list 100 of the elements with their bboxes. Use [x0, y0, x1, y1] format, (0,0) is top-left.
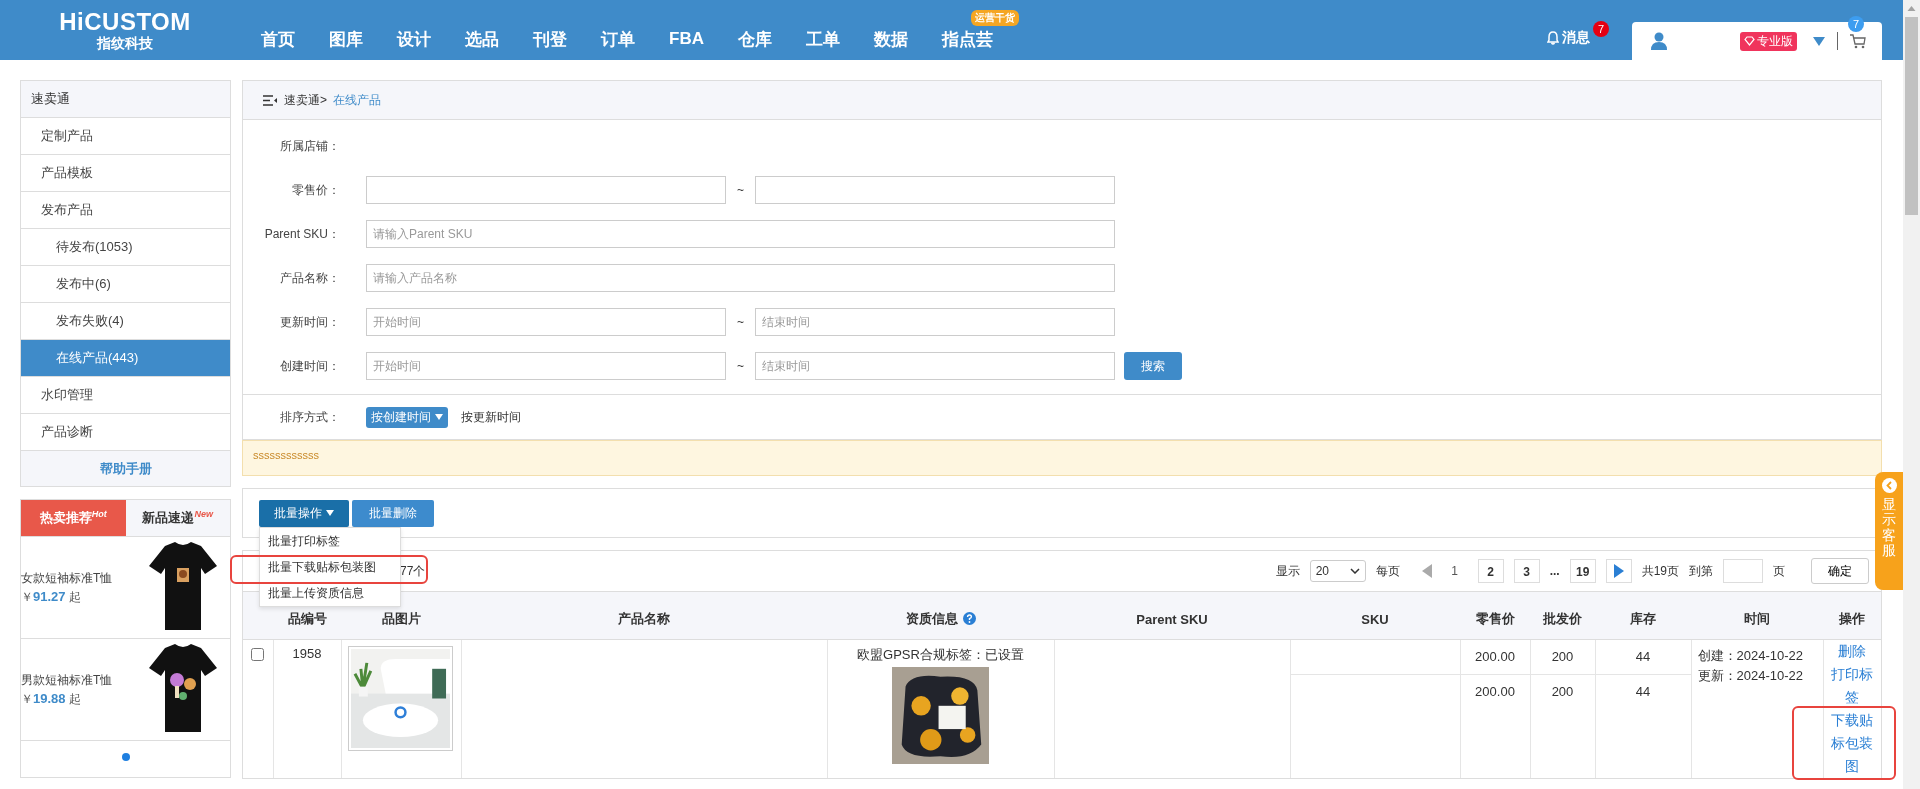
column-header: Parent SKU: [1136, 611, 1208, 627]
input-field[interactable]: 结束时间: [755, 352, 1115, 380]
field-label: 产品名称：: [279, 269, 340, 287]
collapse-menu-icon[interactable]: [263, 94, 278, 106]
help-icon[interactable]: [962, 612, 976, 625]
nav-item[interactable]: 工单: [788, 27, 857, 51]
nav-item[interactable]: FBA: [652, 29, 721, 49]
page-size-select[interactable]: 20: [1309, 560, 1366, 582]
pager-label: 显示: [1275, 562, 1300, 580]
nav-item[interactable]: 图库: [312, 27, 380, 51]
nav-item[interactable]: 仓库: [720, 27, 789, 51]
sort-option[interactable]: 按更新时间: [456, 406, 526, 428]
tab-label: 显示客服: [1882, 497, 1896, 559]
table-cell: 1958: [292, 646, 322, 661]
input-field[interactable]: 请输入Parent SKU: [366, 220, 1115, 248]
page-number-field[interactable]: [1723, 559, 1763, 583]
sort-option[interactable]: 按创建时间: [366, 406, 448, 428]
product-price: ￥91.27 起: [21, 588, 82, 606]
plan-badge: 专业版: [1740, 31, 1797, 51]
pager-label: 页: [1773, 562, 1785, 580]
next-page-button[interactable]: [1605, 559, 1632, 583]
action-link[interactable]: 打印标签: [1829, 663, 1875, 709]
nav-item[interactable]: 订单: [584, 27, 652, 51]
caret-icon: [326, 510, 334, 516]
nav-item[interactable]: 数据: [856, 27, 925, 51]
field-label: 所属店铺：: [279, 137, 340, 155]
sidebar-item[interactable]: 发布中(6): [21, 266, 230, 303]
column-header: 品图片: [381, 611, 421, 626]
column-header: 批发价: [1543, 611, 1582, 626]
action-link[interactable]: 下载贴标包装图: [1829, 709, 1875, 778]
input-field[interactable]: [755, 176, 1115, 204]
sidebar-item[interactable]: 发布产品: [21, 192, 230, 229]
column-header: 库存: [1630, 611, 1656, 626]
next-arrow-icon: [1613, 564, 1624, 578]
column-header: 时间: [1744, 611, 1770, 626]
confirm-button[interactable]: 确定: [1811, 558, 1869, 584]
diamond-icon: [1744, 36, 1755, 46]
nav-item[interactable]: 选品: [448, 27, 516, 51]
nav-item[interactable]: 设计: [380, 27, 448, 51]
column-header: 产品名称: [618, 611, 670, 626]
table-cell: 200.00: [1475, 684, 1515, 699]
table-cell-text: 欧盟GPSR合规标签：已设置: [856, 646, 1025, 664]
count-badge: 7: [1593, 21, 1609, 37]
input-field[interactable]: [366, 176, 726, 204]
product-name: 女款短袖标准T恤: [21, 569, 114, 587]
sidebar-item[interactable]: 在线产品(443): [21, 340, 230, 377]
sidebar-item[interactable]: 产品模板: [21, 155, 230, 192]
column-header: 品编号: [287, 611, 327, 626]
page-link[interactable]: 3: [1513, 559, 1540, 583]
logo-subtitle: 指纹科技: [97, 35, 153, 51]
column-header: 零售价: [1475, 611, 1515, 626]
breadcrumb-item[interactable]: 速卖通>: [284, 91, 327, 109]
nav-item[interactable]: 刊登: [516, 27, 584, 51]
caret-icon: [435, 414, 443, 420]
sidebar-item[interactable]: 定制产品: [21, 118, 230, 155]
range-separator: ~: [736, 315, 745, 329]
column-header: 资质信息: [905, 611, 958, 626]
range-separator: ~: [736, 359, 745, 373]
messages-link[interactable]: 消息: [1547, 29, 1590, 47]
cart-icon[interactable]: [1850, 33, 1866, 49]
field-label: Parent SKU：: [263, 225, 340, 243]
input-field[interactable]: 结束时间: [755, 308, 1115, 336]
promo-tab[interactable]: 热卖推荐$^{Hot}$: [21, 500, 126, 537]
menu-item[interactable]: 批量上传资质信息: [260, 579, 400, 606]
page-ellipsis: ...: [1549, 564, 1560, 578]
table-cell: 44: [1635, 684, 1651, 699]
row-checkbox[interactable]: [251, 648, 264, 661]
nav-item[interactable]: 首页: [244, 27, 312, 51]
field-label: 创建时间：: [279, 357, 340, 375]
menu-item[interactable]: 批量下载贴标包装图: [260, 553, 400, 580]
bulk-delete-button[interactable]: 批量删除: [352, 499, 434, 527]
page-link[interactable]: 1: [1441, 559, 1468, 583]
menu-item[interactable]: 批量打印标签: [260, 527, 400, 554]
caret-icon[interactable]: [1813, 36, 1825, 46]
bulk-actions-button[interactable]: 批量操作: [259, 499, 349, 527]
page-scrollbar[interactable]: [1903, 0, 1920, 789]
table-cell-text: 创建：2024-10-22: [1697, 647, 1804, 665]
sidebar-item[interactable]: 待发布(1053): [21, 229, 230, 266]
carousel-dot-icon[interactable]: [121, 753, 130, 761]
page-link[interactable]: 19: [1569, 559, 1596, 583]
input-field[interactable]: 开始时间: [366, 352, 726, 380]
range-separator: ~: [736, 183, 745, 197]
table-cell: 200.00: [1475, 649, 1515, 664]
search-button[interactable]: 搜索: [1124, 352, 1182, 380]
input-field[interactable]: 开始时间: [366, 308, 726, 336]
pager-label: 到第: [1689, 562, 1713, 580]
promo-tab[interactable]: 新品速递$^{New}$: [125, 500, 230, 537]
product-name: 男款短袖标准T恤: [21, 671, 114, 689]
page-link[interactable]: 2: [1477, 559, 1504, 583]
nav-item[interactable]: 指点芸: [924, 27, 1010, 51]
sidebar-item[interactable]: 水印管理: [21, 377, 230, 414]
table-cell: 44: [1635, 649, 1651, 664]
chevron-down-icon: [1349, 568, 1360, 574]
column-header: SKU: [1361, 611, 1389, 627]
logo[interactable]: HiCUSTOM: [59, 9, 191, 35]
column-header: 操作: [1839, 611, 1865, 626]
input-field[interactable]: 请输入产品名称: [366, 264, 1115, 292]
user-icon[interactable]: [1650, 32, 1668, 50]
help-link[interactable]: 帮助手册: [21, 451, 230, 486]
action-link[interactable]: 删除: [1829, 640, 1875, 663]
